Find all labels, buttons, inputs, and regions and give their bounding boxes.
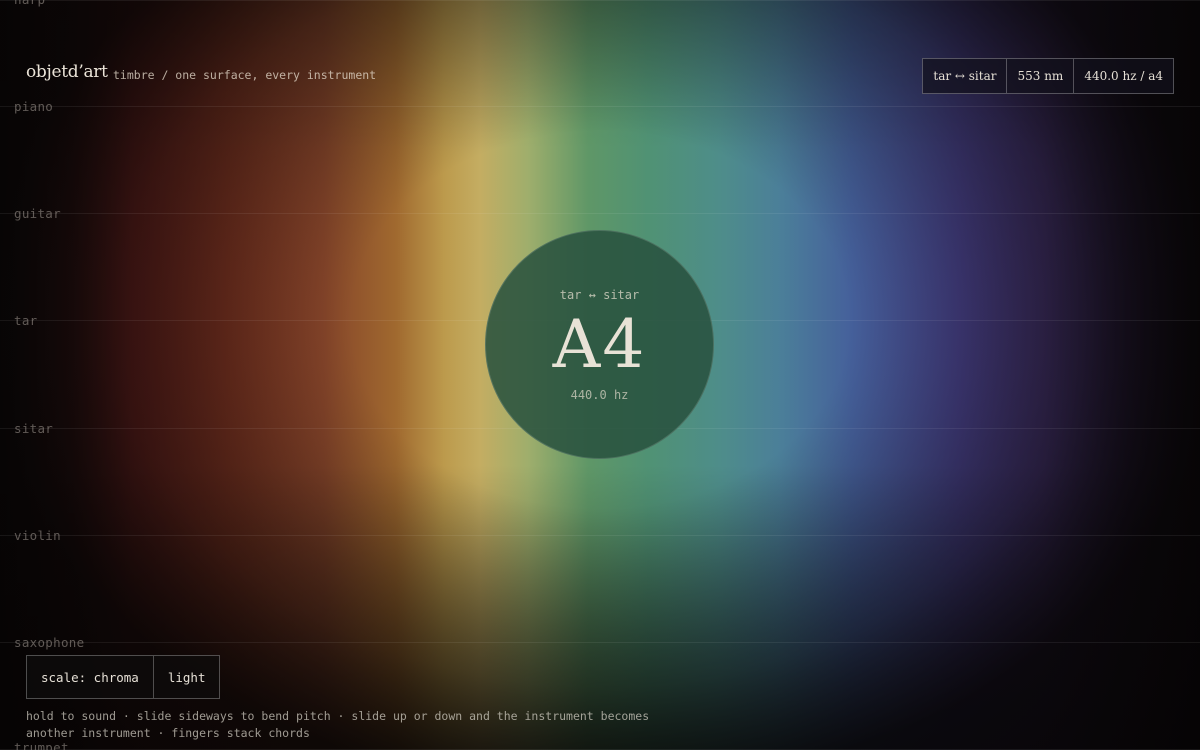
- instrument-surface[interactable]: harp piano guitar tar sitar violin saxop…: [0, 0, 1200, 750]
- lane-divider: [0, 0, 1200, 1]
- status-frequency: 440.0 hz / a4: [1073, 59, 1173, 93]
- note-frequency: 440.0 hz: [570, 388, 629, 402]
- lane-label-saxophone: saxophone: [14, 635, 85, 650]
- instructions-line-2: another instrument · fingers stack chord…: [26, 726, 310, 740]
- status-readout: tar ↔ sitar 553 nm 440.0 hz / a4: [922, 58, 1174, 94]
- lane-divider: [0, 106, 1200, 107]
- status-wavelength: 553 nm: [1006, 59, 1073, 93]
- scale-button[interactable]: scale: chroma: [27, 656, 153, 698]
- note-instrument: tar ↔ sitar: [559, 288, 640, 302]
- lane-label-harp: harp: [14, 0, 45, 7]
- lane-label-piano: piano: [14, 99, 54, 114]
- status-instrument: tar ↔ sitar: [933, 69, 997, 83]
- controls-bar: scale: chroma light: [26, 655, 221, 699]
- note-name: A4: [552, 306, 647, 383]
- lane-divider: [0, 535, 1200, 536]
- brand-logo: objetd’art: [26, 62, 108, 82]
- lane-divider: [0, 213, 1200, 214]
- lane-label-sitar: sitar: [14, 421, 54, 436]
- lane-label-tar: tar: [14, 313, 38, 328]
- theme-toggle-button[interactable]: light: [152, 656, 220, 698]
- lane-divider: [0, 642, 1200, 643]
- lane-label-violin: violin: [14, 528, 61, 543]
- instructions-line-1: hold to sound · slide sideways to bend p…: [26, 709, 650, 723]
- note-indicator: tar ↔ sitar A4 440.0 hz: [485, 230, 714, 459]
- lane-label-guitar: guitar: [14, 206, 61, 221]
- instructions: hold to sound · slide sideways to bend p…: [26, 708, 666, 742]
- tagline: timbre / one surface, every instrument: [113, 68, 377, 82]
